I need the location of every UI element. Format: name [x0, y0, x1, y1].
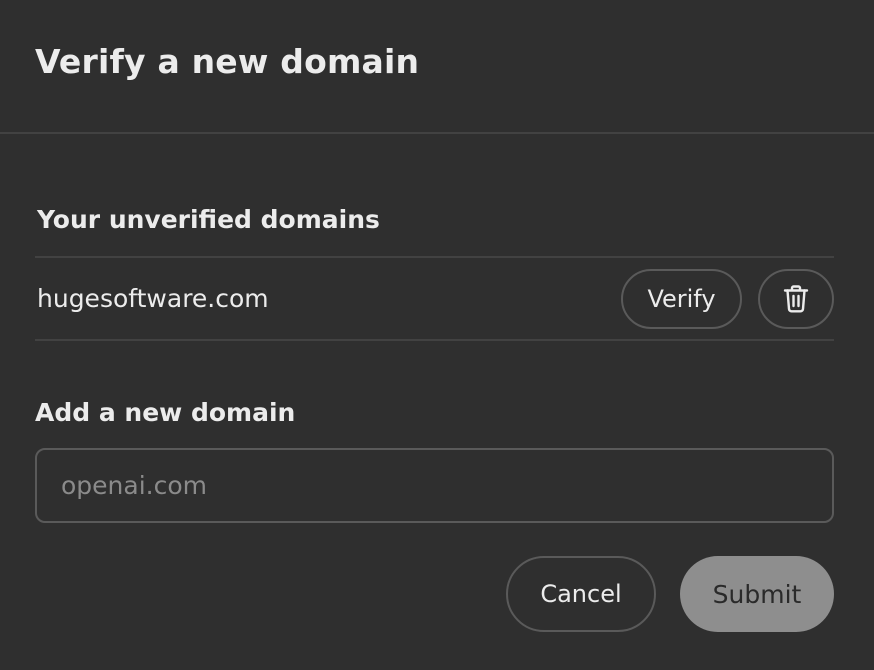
dialog-footer: Cancel Submit [506, 556, 834, 632]
delete-domain-button[interactable] [758, 268, 834, 329]
domain-input[interactable] [35, 448, 834, 523]
submit-button[interactable]: Submit [680, 556, 834, 632]
dialog-header: Verify a new domain [0, 0, 874, 134]
add-domain-label: Add a new domain [35, 398, 296, 427]
domain-row: hugesoftware.com Verify [35, 256, 834, 341]
dialog-title: Verify a new domain [35, 42, 420, 81]
verify-domain-dialog: Verify a new domain Your unverified doma… [0, 0, 874, 670]
verify-button[interactable]: Verify [621, 268, 742, 329]
add-domain-section: Add a new domain [35, 390, 834, 523]
unverified-domains-section: Your unverified domains hugesoftware.com… [35, 197, 834, 341]
domain-name: hugesoftware.com [37, 284, 269, 313]
cancel-button[interactable]: Cancel [506, 556, 656, 632]
trash-icon [783, 284, 809, 313]
domain-row-actions: Verify [621, 268, 834, 329]
unverified-domains-heading: Your unverified domains [37, 205, 380, 234]
